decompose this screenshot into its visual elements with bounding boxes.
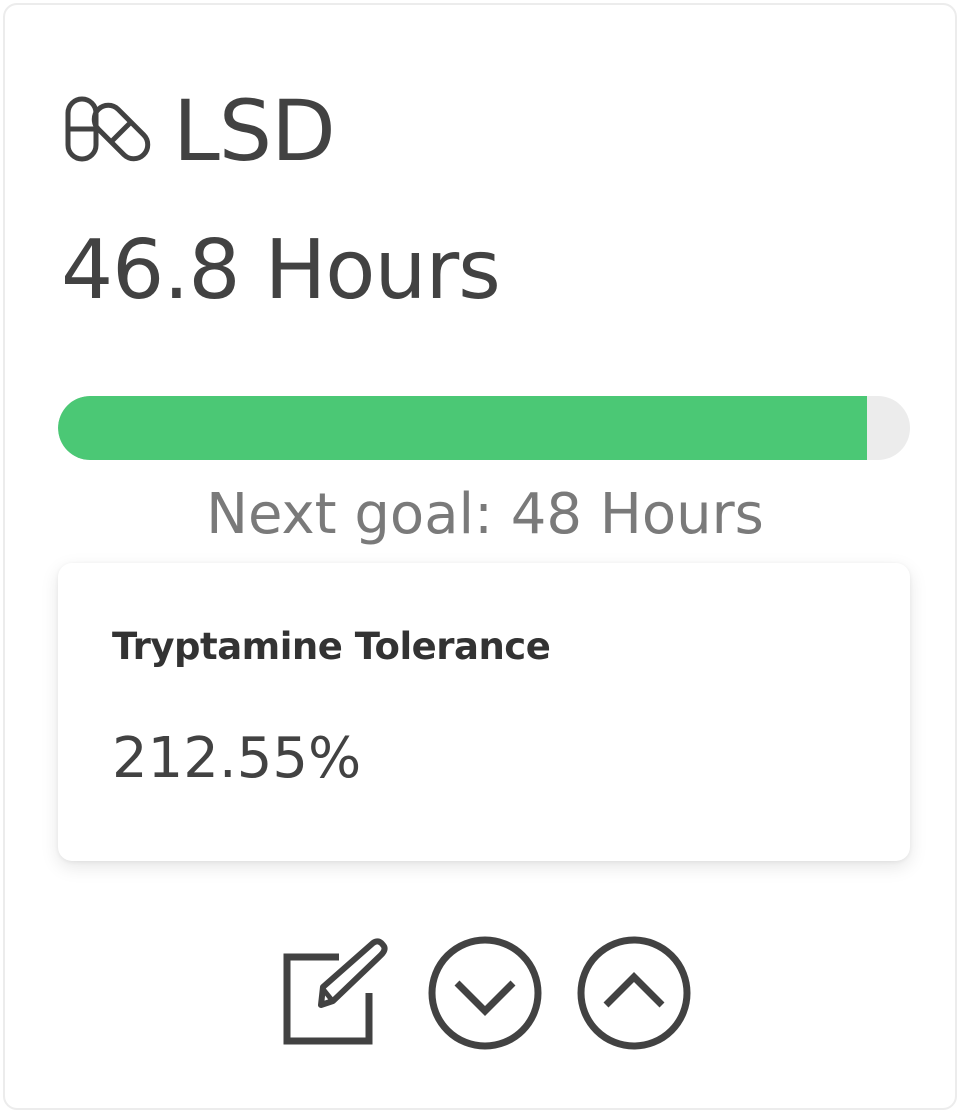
drug-title-row: LSD: [65, 82, 336, 180]
chevron-up-circle-icon: [577, 936, 691, 1050]
chevron-down-circle-icon: [428, 936, 542, 1050]
tolerance-card: Tryptamine Tolerance 212.55%: [58, 563, 910, 861]
next-goal-label: Next goal: 48 Hours: [206, 482, 764, 547]
tolerance-title: Tryptamine Tolerance: [112, 625, 551, 668]
expand-button[interactable]: [576, 931, 692, 1051]
drug-name: LSD: [173, 82, 336, 180]
progress-bar-fill: [58, 396, 868, 460]
edit-button[interactable]: [277, 931, 393, 1051]
progress-bar: [58, 396, 910, 460]
pill-icon: [65, 96, 151, 162]
collapse-button[interactable]: [427, 931, 543, 1051]
elapsed-time: 46.8 Hours: [61, 223, 501, 318]
drug-card: LSD 46.8 Hours Next goal: 48 Hours Trypt…: [3, 3, 957, 1110]
card-actions: [5, 931, 962, 1055]
edit-icon: [283, 938, 388, 1045]
tolerance-value: 212.55%: [112, 726, 362, 791]
